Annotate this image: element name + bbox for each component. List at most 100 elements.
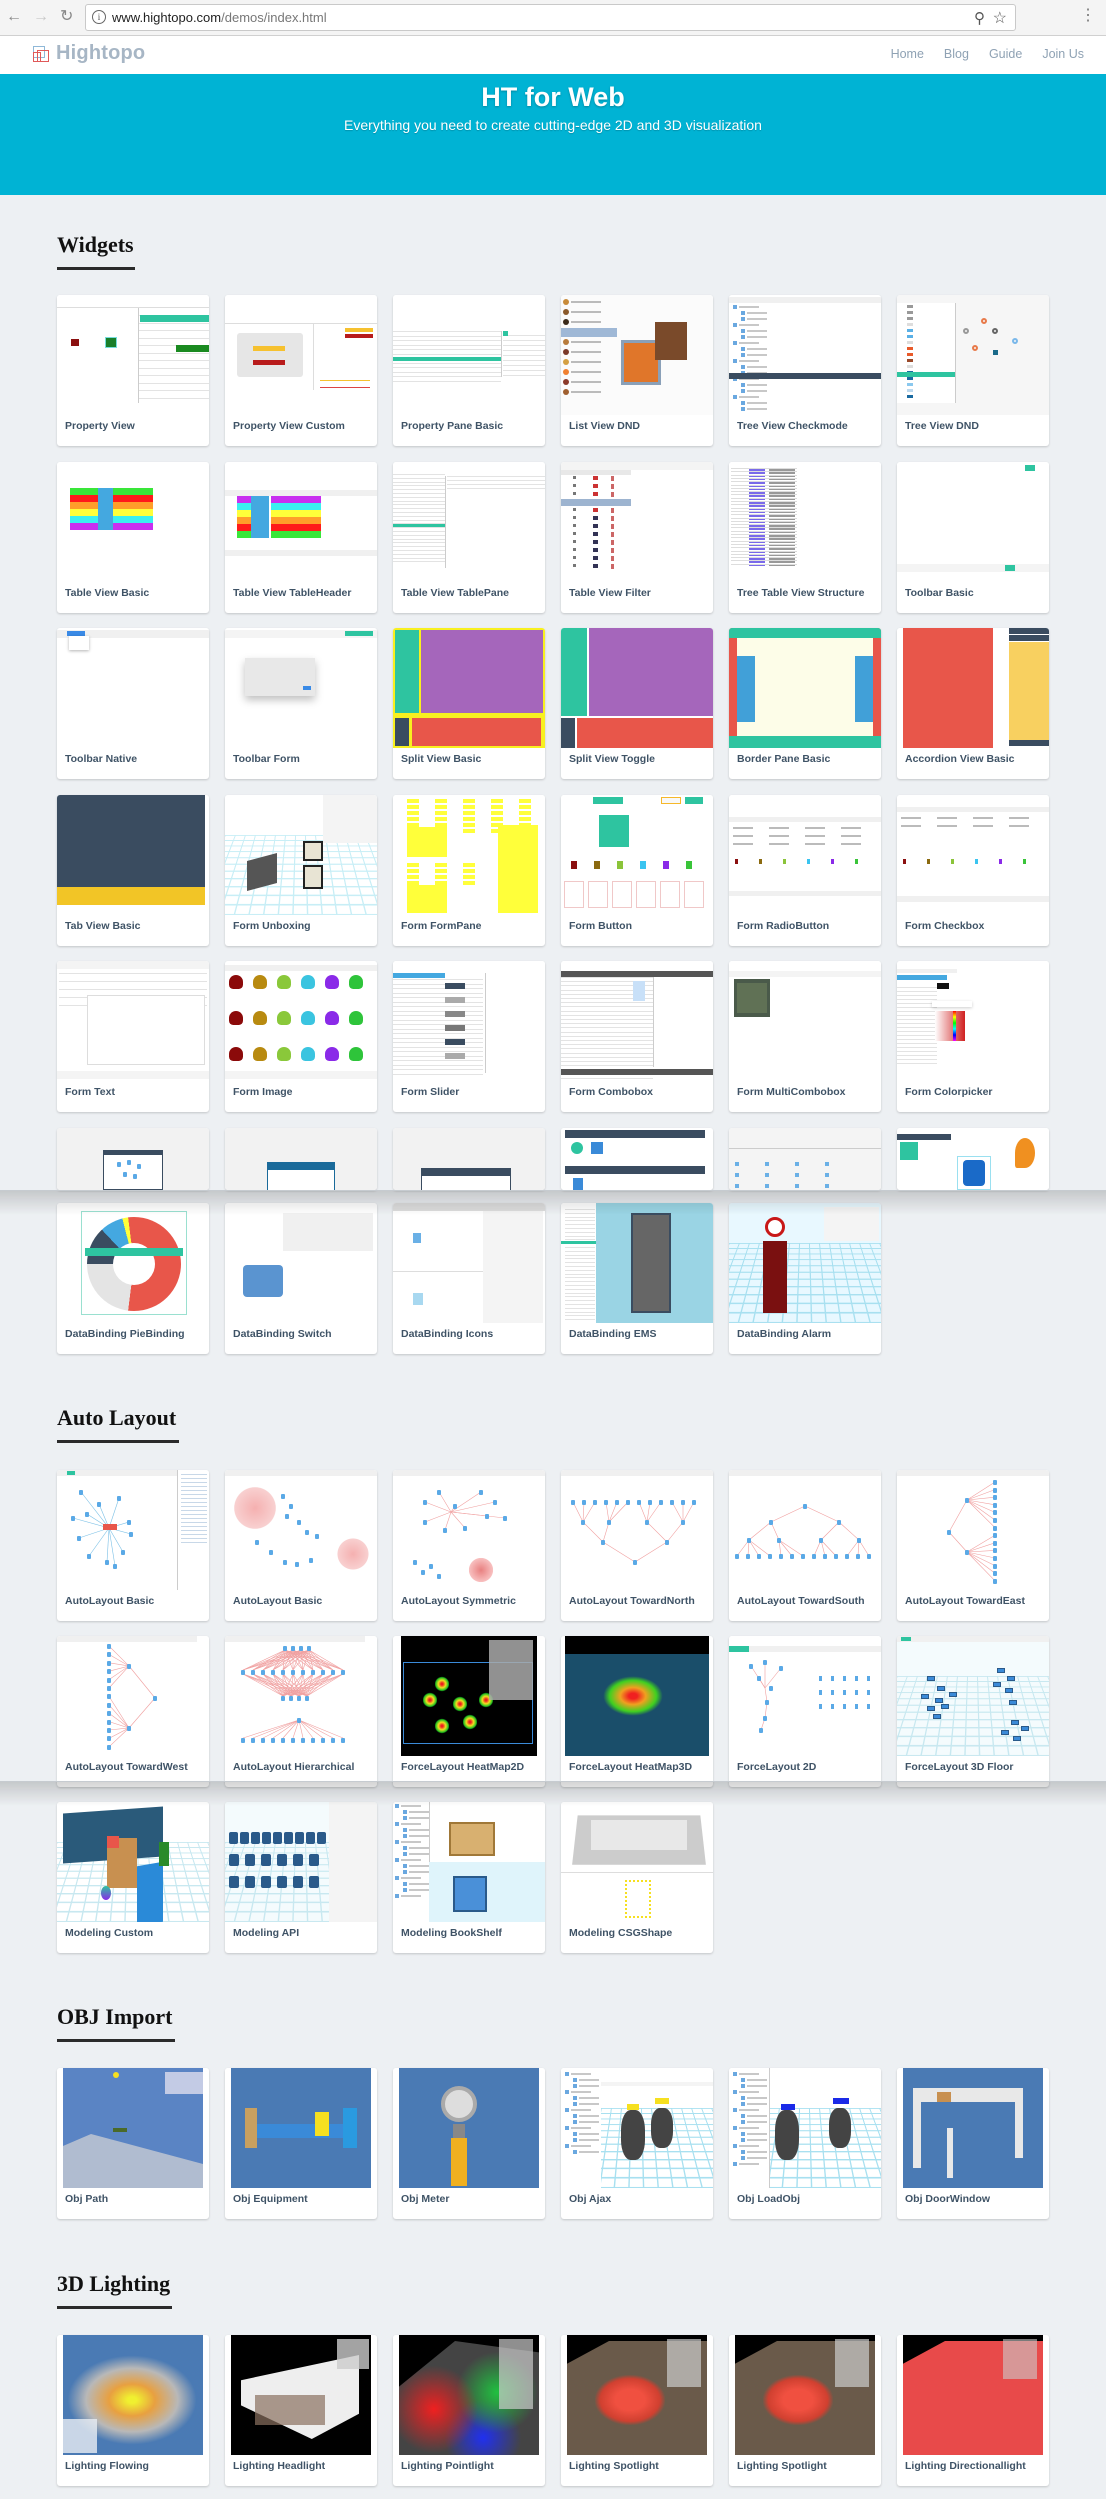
demo-card-modeling-bookshelf[interactable]: Modeling BookShelf (393, 1802, 545, 1953)
demo-thumbnail[interactable] (393, 462, 545, 582)
demo-card-title[interactable]: DataBinding Switch (233, 1328, 332, 1340)
demo-card-title[interactable]: Lighting Spotlight (737, 2460, 827, 2472)
demo-card-title[interactable]: Obj Path (65, 2193, 108, 2205)
demo-card-title[interactable]: Split View Toggle (569, 753, 655, 765)
demo-thumbnail[interactable] (729, 961, 881, 1081)
demo-card-title[interactable]: AutoLayout Symmetric (401, 1595, 516, 1607)
demo-card-title[interactable]: Form Slider (401, 1086, 459, 1098)
demo-thumbnail[interactable] (561, 628, 713, 748)
demo-thumbnail[interactable] (57, 795, 209, 915)
url-text[interactable]: www.hightopo.com/demos/index.html (112, 10, 327, 25)
demo-card-databinding-switch[interactable]: DataBinding Switch (225, 1203, 377, 1354)
demo-thumbnail[interactable] (225, 1802, 377, 1922)
back-icon[interactable]: ← (6, 7, 22, 27)
demo-thumbnail[interactable] (561, 462, 713, 582)
demo-card-autolayout-towardeast[interactable]: AutoLayout TowardEast (897, 1470, 1049, 1621)
demo-thumbnail[interactable] (57, 2335, 209, 2455)
demo-card-title[interactable]: DataBinding Alarm (737, 1328, 831, 1340)
demo-thumbnail[interactable] (57, 1636, 209, 1756)
demo-card-autolayout-basic[interactable]: AutoLayout Basic (57, 1470, 209, 1621)
demo-card-partial[interactable] (393, 1128, 545, 1190)
demo-card-partial[interactable] (561, 1128, 713, 1190)
demo-card-title[interactable]: Form FormPane (401, 920, 482, 932)
demo-thumbnail[interactable] (561, 2335, 713, 2455)
reload-icon[interactable]: ↻ (60, 7, 73, 27)
demo-thumbnail[interactable] (897, 2335, 1049, 2455)
info-icon[interactable]: i (92, 10, 106, 24)
demo-card-title[interactable]: Lighting Flowing (65, 2460, 149, 2472)
forward-icon[interactable]: → (33, 7, 49, 27)
demo-card-title[interactable]: Tree View DND (905, 420, 979, 432)
demo-card-table-view-tableheader[interactable]: Table View TableHeader (225, 462, 377, 613)
nav-join-us[interactable]: Join Us (1042, 47, 1084, 61)
address-bar[interactable]: i www.hightopo.com/demos/index.html ⚲ ☆ (85, 4, 1016, 31)
demo-thumbnail[interactable] (225, 795, 377, 915)
demo-thumbnail[interactable] (225, 1203, 377, 1323)
demo-thumbnail[interactable] (897, 961, 1049, 1081)
demo-card-title[interactable]: ForceLayout HeatMap2D (401, 1761, 524, 1773)
demo-card-tree-table-view-structure[interactable]: Tree Table View Structure (729, 462, 881, 613)
demo-thumbnail[interactable] (393, 961, 545, 1081)
demo-card-lighting-flowing[interactable]: Lighting Flowing (57, 2335, 209, 2486)
demo-card-title[interactable]: Table View Basic (65, 587, 149, 599)
demo-card-form-checkbox[interactable]: Form Checkbox (897, 795, 1049, 946)
demo-card-databinding-piebinding[interactable]: DataBinding PieBinding (57, 1203, 209, 1354)
demo-card-title[interactable]: Obj DoorWindow (905, 2193, 990, 2205)
nav-blog[interactable]: Blog (944, 47, 969, 61)
demo-thumbnail[interactable] (393, 2068, 545, 2188)
demo-card-autolayout-towardsouth[interactable]: AutoLayout TowardSouth (729, 1470, 881, 1621)
nav-guide[interactable]: Guide (989, 47, 1022, 61)
demo-thumbnail[interactable] (225, 628, 377, 748)
demo-card-title[interactable]: Table View TablePane (401, 587, 509, 599)
demo-thumbnail[interactable] (225, 2068, 377, 2188)
demo-card-title[interactable]: Lighting Spotlight (569, 2460, 659, 2472)
demo-card-title[interactable]: Toolbar Native (65, 753, 137, 765)
demo-thumbnail[interactable] (729, 1470, 881, 1590)
demo-card-title[interactable]: Form MultiCombobox (737, 1086, 846, 1098)
demo-thumbnail[interactable] (729, 2335, 881, 2455)
demo-card-title[interactable]: Tab View Basic (65, 920, 140, 932)
demo-thumbnail[interactable] (897, 1128, 1049, 1190)
demo-card-title[interactable]: Obj Meter (401, 2193, 449, 2205)
demo-thumbnail[interactable] (561, 295, 713, 415)
demo-card-title[interactable]: Obj Equipment (233, 2193, 308, 2205)
demo-card-title[interactable]: Obj Ajax (569, 2193, 611, 2205)
demo-thumbnail[interactable] (57, 2068, 209, 2188)
demo-card-title[interactable]: Split View Basic (401, 753, 481, 765)
demo-thumbnail[interactable] (561, 961, 713, 1081)
demo-card-forcelayout-heatmap2d[interactable]: ForceLayout HeatMap2D (393, 1636, 545, 1787)
demo-card-split-view-basic[interactable]: Split View Basic (393, 628, 545, 779)
demo-card-partial[interactable] (729, 1128, 881, 1190)
demo-card-obj-equipment[interactable]: Obj Equipment (225, 2068, 377, 2219)
demo-card-property-view-custom[interactable]: Property View Custom (225, 295, 377, 446)
demo-card-form-colorpicker[interactable]: Form Colorpicker (897, 961, 1049, 1112)
demo-card-title[interactable]: Modeling API (233, 1927, 299, 1939)
demo-card-title[interactable]: Toolbar Basic (905, 587, 974, 599)
demo-card-border-pane-basic[interactable]: Border Pane Basic (729, 628, 881, 779)
demo-card-title[interactable]: Tree Table View Structure (737, 587, 864, 599)
demo-card-title[interactable]: Form Unboxing (233, 920, 311, 932)
demo-card-tree-view-dnd[interactable]: Tree View DND (897, 295, 1049, 446)
demo-card-forcelayout-2d[interactable]: ForceLayout 2D (729, 1636, 881, 1787)
demo-card-title[interactable]: DataBinding Icons (401, 1328, 493, 1340)
demo-card-autolayout-basic[interactable]: AutoLayout Basic (225, 1470, 377, 1621)
demo-card-lighting-headlight[interactable]: Lighting Headlight (225, 2335, 377, 2486)
demo-thumbnail[interactable] (225, 2335, 377, 2455)
demo-card-title[interactable]: AutoLayout TowardEast (905, 1595, 1025, 1607)
demo-card-title[interactable]: Table View TableHeader (233, 587, 351, 599)
demo-card-obj-doorwindow[interactable]: Obj DoorWindow (897, 2068, 1049, 2219)
demo-thumbnail[interactable] (729, 1203, 881, 1323)
demo-thumbnail[interactable] (225, 1470, 377, 1590)
demo-card-title[interactable]: ForceLayout 3D Floor (905, 1761, 1014, 1773)
demo-card-form-slider[interactable]: Form Slider (393, 961, 545, 1112)
demo-card-title[interactable]: AutoLayout Basic (65, 1595, 154, 1607)
demo-thumbnail[interactable] (729, 628, 881, 748)
demo-card-accordion-view-basic[interactable]: Accordion View Basic (897, 628, 1049, 779)
demo-thumbnail[interactable] (729, 295, 881, 415)
demo-card-property-view[interactable]: Property View (57, 295, 209, 446)
demo-card-title[interactable]: Obj LoadObj (737, 2193, 800, 2205)
demo-thumbnail[interactable] (393, 1636, 545, 1756)
demo-card-title[interactable]: Modeling CSGShape (569, 1927, 672, 1939)
demo-thumbnail[interactable] (57, 462, 209, 582)
menu-icon[interactable]: ⋮ (1080, 6, 1096, 26)
